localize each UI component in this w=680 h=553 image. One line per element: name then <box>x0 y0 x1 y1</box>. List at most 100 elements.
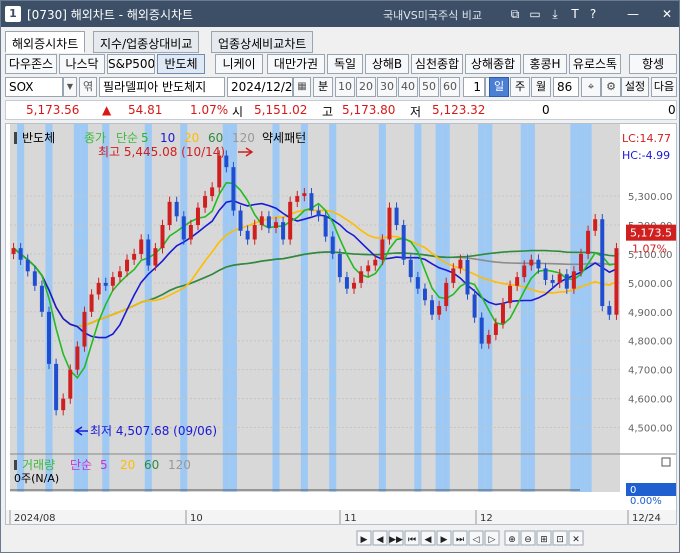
price-chart[interactable]: 5,300.005,200.005,100.005,000.004,900.00… <box>6 124 676 524</box>
tab-index-compare[interactable]: 지수/업종상대비교 <box>93 31 200 53</box>
legend-ma-120: 120 <box>232 131 255 145</box>
y-tick-label: 5,000.00 <box>628 279 673 290</box>
calendar-icon[interactable]: ▦ <box>293 77 311 97</box>
nav-button-icon[interactable]: ⏮ <box>408 535 416 545</box>
date-input[interactable]: 2024/12/26 <box>227 77 293 97</box>
period-week-button[interactable]: 주 <box>510 77 530 97</box>
candle <box>401 225 406 260</box>
nav-button-icon[interactable]: ⏭ <box>456 535 464 545</box>
tick-input[interactable]: 1 <box>463 77 485 97</box>
close-button[interactable]: ✕ <box>659 6 675 22</box>
candle <box>288 201 293 240</box>
minute-unit-button[interactable]: 분 <box>313 77 333 97</box>
index-button-hongkong-h[interactable]: 홍콩H <box>523 54 567 74</box>
next-button[interactable]: 다음 <box>651 77 677 97</box>
index-button-sp500[interactable]: S&P500 <box>107 54 155 74</box>
candle <box>614 248 619 315</box>
nav-button-icon[interactable]: ⊖ <box>524 535 532 545</box>
crosshair-icon[interactable]: ⌖ <box>581 77 601 97</box>
x-tick-label: 11 <box>344 513 357 524</box>
candle <box>522 265 527 278</box>
nav-button-icon[interactable]: ✕ <box>572 535 580 545</box>
app-icon: 1 <box>5 6 21 22</box>
nav-button-icon[interactable]: ⊕ <box>508 535 516 545</box>
nav-button-icon[interactable]: ▶▶ <box>389 535 403 545</box>
tab-overseas-chart[interactable]: 해외증시차트 <box>5 31 86 53</box>
candle <box>564 274 569 289</box>
candle <box>125 259 130 272</box>
candle <box>295 196 300 202</box>
legend-ma-20: 20 <box>184 131 199 145</box>
index-button-taiwan[interactable]: 대만가권 <box>267 54 325 74</box>
chart-toolbar: SOX ▼ 엮 필라델피아 반도체지 2024/12/26 ▦ 분 10 20 … <box>5 77 677 97</box>
window-subtitle[interactable]: 국내VS미국주식 비교 <box>383 7 482 23</box>
high-annotation: 최고 5,445.08 (10/14) <box>98 145 225 159</box>
layout-icon[interactable]: ▭ <box>527 6 543 22</box>
save-icon[interactable]: ⤓ <box>547 6 563 22</box>
nav-button-icon[interactable]: ▶ <box>361 535 368 545</box>
candle <box>394 207 399 226</box>
candle <box>380 239 385 260</box>
candle <box>132 253 137 260</box>
symbol-search-button[interactable]: 엮 <box>79 77 97 97</box>
candle <box>160 225 165 249</box>
candle <box>366 265 371 272</box>
minute-40-button[interactable]: 40 <box>398 77 418 97</box>
help-icon[interactable]: ? <box>585 6 601 22</box>
period-month-button[interactable]: 월 <box>531 77 551 97</box>
link-window-icon[interactable]: ⧉ <box>507 6 523 22</box>
nav-button-icon[interactable]: ⊞ <box>540 535 548 545</box>
candle <box>89 294 94 312</box>
low-value: 5,123.32 <box>432 103 486 117</box>
symbol-input[interactable]: SOX <box>5 77 63 97</box>
nav-button-icon[interactable]: ▷ <box>489 535 496 545</box>
candle <box>146 239 151 266</box>
nav-button-icon[interactable]: ◁ <box>473 535 480 545</box>
minute-50-button[interactable]: 50 <box>419 77 439 97</box>
font-icon[interactable]: T <box>567 6 583 22</box>
index-button-germany[interactable]: 독일 <box>327 54 363 74</box>
candle <box>578 253 583 272</box>
index-button-hangseng[interactable]: 항셍 <box>629 54 677 74</box>
chart-area[interactable]: 5,300.005,200.005,100.005,000.004,900.00… <box>5 123 677 525</box>
candle <box>422 288 427 301</box>
minute-20-button[interactable]: 20 <box>356 77 376 97</box>
gear-icon[interactable]: ⚙ <box>601 77 621 97</box>
index-button-shenzhen[interactable]: 심천종합 <box>411 54 463 74</box>
nav-button-icon[interactable]: ◀ <box>377 535 384 545</box>
volume-right-pct: 0.00% <box>630 496 662 507</box>
candle <box>103 282 108 286</box>
index-button-semiconductor[interactable]: 반도체 <box>157 54 205 74</box>
index-button-eurostoxx[interactable]: 유로스톡 <box>569 54 621 74</box>
symbol-dropdown-icon[interactable]: ▼ <box>63 77 77 97</box>
window-title: [0730] 해외차트 - 해외증시차트 <box>27 8 194 22</box>
minute-30-button[interactable]: 30 <box>377 77 397 97</box>
settings-button[interactable]: 설정 <box>621 77 649 97</box>
tab-sector-detail[interactable]: 업종상세비교차트 <box>211 31 314 53</box>
candle <box>302 193 307 197</box>
pattern-band <box>570 124 578 492</box>
candle <box>117 271 122 278</box>
nav-button-icon[interactable]: ◀ <box>425 535 432 545</box>
legend-close-label: 종가 <box>84 131 106 145</box>
candle <box>47 311 52 364</box>
minimize-button[interactable]: — <box>625 6 641 22</box>
index-button-shanghai-b[interactable]: 상해B <box>365 54 409 74</box>
nav-button-icon[interactable]: ⊡ <box>556 535 564 545</box>
pattern-band <box>73 124 81 492</box>
candle <box>408 259 413 278</box>
index-button-shanghai[interactable]: 상해종합 <box>465 54 521 74</box>
index-button-nasdaq[interactable]: 나스닥 <box>59 54 105 74</box>
minute-60-button[interactable]: 60 <box>440 77 460 97</box>
candle <box>61 398 66 411</box>
pattern-band <box>222 124 230 492</box>
index-button-nikkei[interactable]: 니케이 <box>215 54 263 74</box>
minute-10-button[interactable]: 10 <box>335 77 355 97</box>
period-day-button[interactable]: 일 <box>489 77 509 97</box>
legend-ma-5: 5 <box>141 131 149 145</box>
index-button-dow[interactable]: 다우존스 <box>5 54 57 74</box>
change-pct: 1.07% <box>190 103 229 117</box>
nav-button-icon[interactable]: ▶ <box>441 535 448 545</box>
pattern-band <box>520 124 528 492</box>
count-input[interactable]: 86 <box>553 77 579 97</box>
